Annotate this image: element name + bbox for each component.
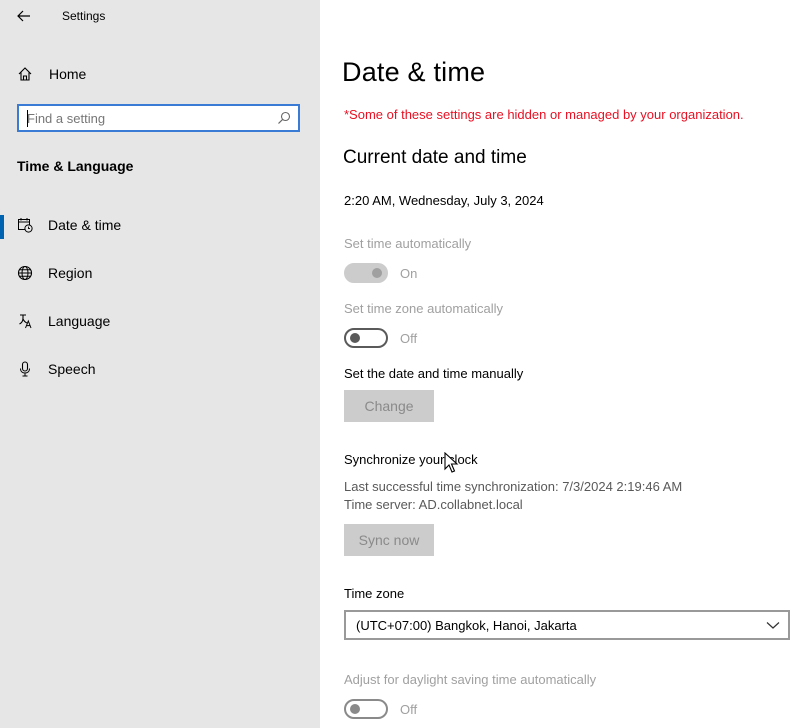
nav-item-label: Speech (48, 361, 96, 377)
nav-item-label: Date & time (48, 217, 122, 233)
nav-home[interactable]: Home (0, 54, 320, 94)
set-time-automatically-toggle[interactable] (344, 263, 388, 283)
back-button[interactable] (12, 4, 36, 28)
navigation-pane: Settings Home Time & Language Date & (0, 0, 320, 728)
app-title: Settings (62, 9, 106, 23)
home-icon (17, 66, 33, 82)
synchronize-clock-heading: Synchronize your clock (344, 452, 478, 467)
set-time-automatically-state: On (400, 266, 418, 281)
back-arrow-icon (17, 10, 30, 22)
nav-item-region[interactable]: Region (0, 253, 320, 293)
sync-now-button[interactable]: Sync now (344, 524, 434, 556)
set-date-time-manually-label: Set the date and time manually (344, 366, 524, 381)
toggle-knob (350, 333, 360, 343)
time-zone-dropdown[interactable]: (UTC+07:00) Bangkok, Hanoi, Jakarta (344, 610, 790, 640)
language-icon (17, 313, 33, 329)
globe-icon (17, 265, 33, 281)
text-caret (27, 110, 28, 127)
daylight-saving-label: Adjust for daylight saving time automati… (344, 672, 597, 687)
time-zone-value: (UTC+07:00) Bangkok, Hanoi, Jakarta (356, 618, 577, 633)
time-zone-label: Time zone (344, 586, 405, 601)
selection-indicator (0, 215, 4, 239)
title-bar: Settings (0, 0, 320, 32)
set-time-zone-automatically-toggle[interactable] (344, 328, 388, 348)
current-date-time-value: 2:20 AM, Wednesday, July 3, 2024 (344, 193, 544, 208)
toggle-knob (350, 704, 360, 714)
daylight-saving-toggle[interactable] (344, 699, 388, 719)
set-time-zone-automatically-state: Off (400, 331, 418, 346)
toggle-knob (372, 268, 382, 278)
content-pane: Date & time *Some of these settings are … (320, 0, 800, 728)
organization-notice: *Some of these settings are hidden or ma… (344, 107, 744, 122)
set-time-zone-automatically-label: Set time zone automatically (344, 301, 503, 316)
nav-item-language[interactable]: Language (0, 301, 320, 341)
change-button[interactable]: Change (344, 390, 434, 422)
time-server-text: Time server: AD.collabnet.local (344, 497, 523, 512)
nav-item-label: Region (48, 265, 93, 281)
nav-item-label: Language (48, 313, 111, 329)
daylight-saving-state: Off (400, 702, 418, 717)
nav-home-label: Home (49, 66, 87, 82)
microphone-icon (17, 361, 33, 377)
set-time-automatically-label: Set time automatically (344, 236, 472, 251)
chevron-down-icon (766, 622, 780, 629)
current-date-time-heading: Current date and time (343, 147, 527, 168)
last-sync-text: Last successful time synchronization: 7/… (344, 479, 683, 494)
nav-section-heading: Time & Language (17, 158, 134, 174)
nav-item-date-time[interactable]: Date & time (0, 205, 320, 245)
page-title: Date & time (342, 57, 486, 87)
search-input[interactable] (27, 109, 267, 127)
calendar-clock-icon (17, 217, 33, 233)
nav-item-speech[interactable]: Speech (0, 349, 320, 389)
search-box[interactable] (17, 104, 300, 132)
search-icon[interactable] (277, 111, 291, 125)
